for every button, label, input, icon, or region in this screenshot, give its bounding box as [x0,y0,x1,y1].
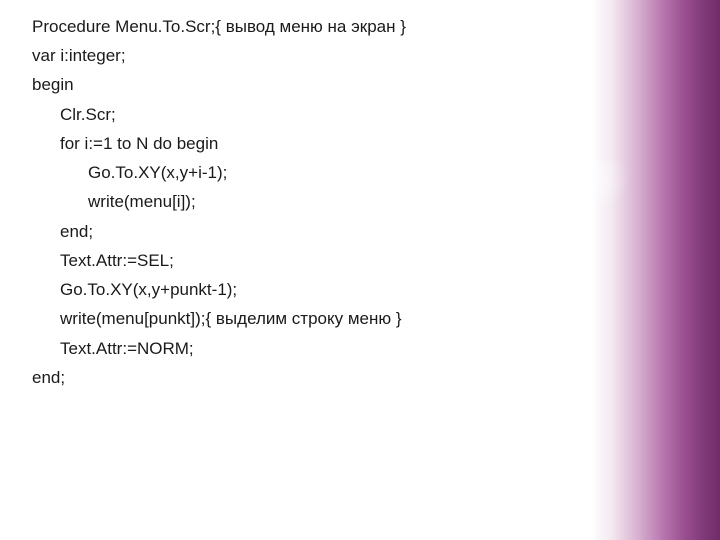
code-block: Procedure Menu.To.Scr;{ вывод меню на эк… [32,12,572,392]
code-line: var i:integer; [32,46,126,65]
code-line: Procedure Menu.To.Scr;{ вывод меню на эк… [32,17,406,36]
decorative-gradient-band [592,0,720,540]
code-line: Text.Attr:=NORM; [32,334,194,363]
code-line: end; [32,368,65,387]
code-line: Text.Attr:=SEL; [32,246,174,275]
code-line: write(menu[punkt]);{ выделим строку меню… [32,304,402,333]
code-line: end; [32,217,93,246]
code-line: begin [32,75,74,94]
code-line: for i:=1 to N do begin [32,129,218,158]
slide: Procedure Menu.To.Scr;{ вывод меню на эк… [0,0,720,540]
code-line: write(menu[i]); [32,187,196,216]
code-line: Go.To.XY(x,y+punkt-1); [32,275,237,304]
code-line: Clr.Scr; [32,100,116,129]
code-line: Go.To.XY(x,y+i-1); [32,158,227,187]
